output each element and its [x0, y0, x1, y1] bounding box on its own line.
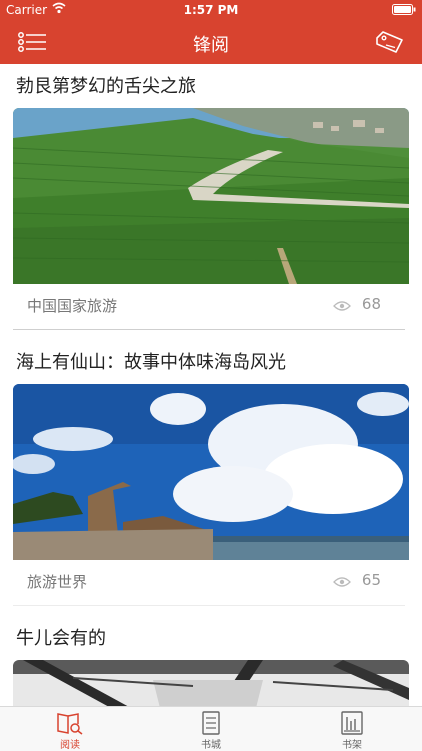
divider — [13, 329, 405, 330]
article-feed[interactable]: 勃艮第梦幻的舌尖之旅 中国国家旅游 68 海上有仙山：故事中体味海岛风光 旅游世… — [0, 64, 422, 706]
page-title: 锋阅 — [193, 35, 229, 56]
divider — [13, 605, 405, 606]
bookshelf-icon — [341, 711, 363, 735]
article-meta: 旅游世界 65 — [13, 560, 409, 604]
document-icon — [202, 711, 220, 735]
battery-icon — [392, 4, 416, 15]
article-title[interactable]: 勃艮第梦幻的舌尖之旅 — [16, 72, 196, 98]
eye-icon — [333, 577, 351, 587]
article-meta: 中国国家旅游 68 — [13, 284, 409, 328]
tab-label: 书城 — [201, 740, 221, 751]
tab-label: 书架 — [342, 740, 362, 751]
status-bar: Carrier 1:57 PM — [0, 0, 422, 20]
eye-icon — [333, 301, 351, 311]
view-count: 65 — [361, 571, 381, 589]
illustration-photo[interactable] — [13, 660, 409, 706]
article-source: 中国国家旅游 — [27, 297, 118, 315]
tag-icon — [376, 31, 403, 53]
navigation-bar: 锋阅 — [0, 20, 422, 64]
view-count: 68 — [361, 295, 381, 313]
tab-read[interactable]: 阅读 — [0, 707, 140, 751]
article-source: 旅游世界 — [27, 573, 88, 591]
vineyard-photo[interactable] — [13, 108, 409, 284]
tab-label: 阅读 — [60, 740, 80, 751]
read-book-icon — [57, 713, 83, 735]
article-title[interactable]: 牛儿会有的 — [16, 624, 106, 650]
tag-button[interactable] — [374, 30, 404, 54]
article-title[interactable]: 海上有仙山：故事中体味海岛风光 — [16, 348, 286, 374]
tab-bookstore[interactable]: 书城 — [141, 707, 281, 751]
tab-bookshelf[interactable]: 书架 — [282, 707, 422, 751]
clock: 1:57 PM — [183, 3, 239, 17]
seaside-sky-photo[interactable] — [13, 384, 409, 560]
tab-bar: 阅读 书城 书架 — [0, 706, 422, 751]
